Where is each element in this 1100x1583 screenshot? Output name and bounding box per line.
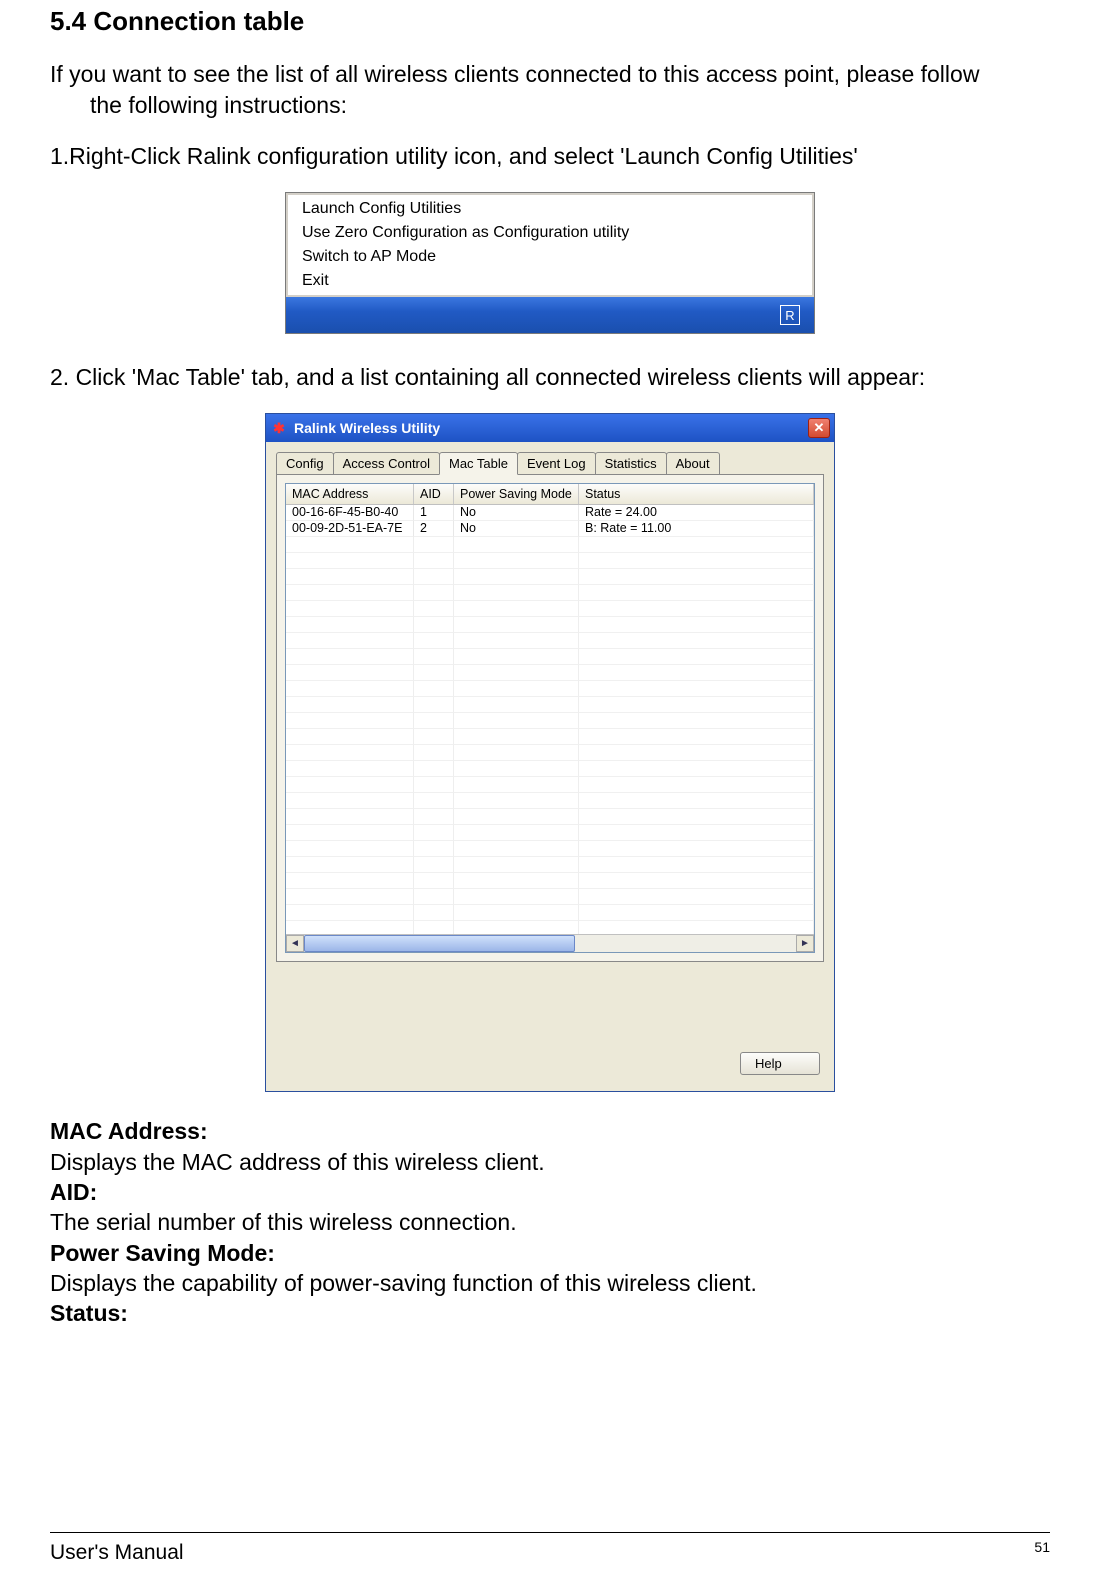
list-header: MAC Address AID Power Saving Mode Status	[286, 484, 814, 505]
dialog-buttons: Help	[276, 962, 824, 1081]
tabs: Config Access Control Mac Table Event Lo…	[276, 452, 824, 475]
cell-psm: No	[454, 505, 579, 521]
empty-row	[286, 585, 814, 601]
tab-page: MAC Address AID Power Saving Mode Status…	[276, 475, 824, 962]
empty-row	[286, 633, 814, 649]
col-status[interactable]: Status	[579, 484, 814, 504]
app-icon: ✱	[270, 419, 288, 437]
footer-rule	[50, 1532, 1050, 1533]
cell-mac: 00-09-2D-51-EA-7E	[286, 521, 414, 537]
empty-row	[286, 905, 814, 921]
empty-row	[286, 825, 814, 841]
ctx-item-launch[interactable]: Launch Config Utilities	[288, 197, 812, 221]
empty-row	[286, 617, 814, 633]
empty-row	[286, 761, 814, 777]
definitions: MAC Address: Displays the MAC address of…	[50, 1116, 1050, 1329]
intro-paragraph: If you want to see the list of all wirel…	[50, 59, 1050, 121]
tab-config[interactable]: Config	[276, 452, 334, 474]
def-psm-label: Power Saving Mode:	[50, 1238, 1050, 1268]
empty-row	[286, 697, 814, 713]
list-rows: 00-16-6F-45-B0-40 1 No Rate = 24.00 00-0…	[286, 505, 814, 934]
empty-row	[286, 857, 814, 873]
window-body: Config Access Control Mac Table Event Lo…	[266, 442, 834, 1091]
cell-mac: 00-16-6F-45-B0-40	[286, 505, 414, 521]
page-number: 51	[1034, 1539, 1050, 1555]
cell-psm: No	[454, 521, 579, 537]
scroll-right-icon[interactable]: ►	[796, 935, 814, 952]
context-menu: Launch Config Utilities Use Zero Configu…	[286, 193, 814, 297]
empty-row	[286, 569, 814, 585]
tab-mac-table[interactable]: Mac Table	[439, 452, 518, 475]
scroll-left-icon[interactable]: ◄	[286, 935, 304, 952]
section-heading: 5.4 Connection table	[50, 6, 1050, 37]
titlebar: ✱ Ralink Wireless Utility ✕	[266, 414, 834, 442]
tab-access-control[interactable]: Access Control	[333, 452, 440, 474]
empty-row	[286, 889, 814, 905]
scroll-track[interactable]	[304, 935, 796, 952]
ctx-item-switch[interactable]: Switch to AP Mode	[288, 245, 812, 269]
empty-row	[286, 841, 814, 857]
def-status-label: Status:	[50, 1298, 1050, 1328]
intro-line-2: the following instructions:	[50, 92, 347, 118]
tab-event-log[interactable]: Event Log	[517, 452, 596, 474]
mac-table-list: MAC Address AID Power Saving Mode Status…	[285, 483, 815, 953]
step-1: 1.Right-Click Ralink configuration utili…	[50, 141, 1050, 172]
ctx-item-exit[interactable]: Exit	[288, 269, 812, 293]
hscrollbar[interactable]: ◄ ►	[286, 934, 814, 952]
empty-row	[286, 921, 814, 934]
ctx-item-zero[interactable]: Use Zero Configuration as Configuration …	[288, 221, 812, 245]
table-row[interactable]: 00-16-6F-45-B0-40 1 No Rate = 24.00	[286, 505, 814, 521]
tab-statistics[interactable]: Statistics	[595, 452, 667, 474]
footer-title: User's Manual	[50, 1541, 184, 1565]
tab-about[interactable]: About	[666, 452, 720, 474]
cell-status: Rate = 24.00	[579, 505, 814, 521]
empty-row	[286, 713, 814, 729]
def-aid-label: AID:	[50, 1177, 1050, 1207]
empty-row	[286, 681, 814, 697]
empty-row	[286, 777, 814, 793]
empty-row	[286, 665, 814, 681]
empty-row	[286, 601, 814, 617]
empty-row	[286, 553, 814, 569]
cell-aid: 2	[414, 521, 454, 537]
empty-row	[286, 729, 814, 745]
col-psm[interactable]: Power Saving Mode	[454, 484, 579, 504]
close-icon[interactable]: ✕	[808, 418, 830, 438]
ralink-window: ✱ Ralink Wireless Utility ✕ Config Acces…	[265, 413, 835, 1092]
context-menu-window: Launch Config Utilities Use Zero Configu…	[285, 192, 815, 334]
context-menu-screenshot: Launch Config Utilities Use Zero Configu…	[50, 192, 1050, 334]
step-2: 2. Click 'Mac Table' tab, and a list con…	[50, 362, 1050, 393]
empty-row	[286, 537, 814, 553]
def-mac-desc: Displays the MAC address of this wireles…	[50, 1147, 1050, 1177]
def-psm-desc: Displays the capability of power-saving …	[50, 1268, 1050, 1298]
help-button[interactable]: Help	[740, 1052, 820, 1075]
empty-row	[286, 793, 814, 809]
empty-row	[286, 745, 814, 761]
taskbar: R	[286, 297, 814, 333]
window-title: Ralink Wireless Utility	[294, 420, 808, 436]
utility-screenshot: ✱ Ralink Wireless Utility ✕ Config Acces…	[50, 413, 1050, 1092]
def-aid-desc: The serial number of this wireless conne…	[50, 1207, 1050, 1237]
cell-aid: 1	[414, 505, 454, 521]
empty-row	[286, 809, 814, 825]
scroll-thumb[interactable]	[304, 935, 575, 952]
empty-row	[286, 873, 814, 889]
intro-line-1: If you want to see the list of all wirel…	[50, 61, 979, 87]
col-aid[interactable]: AID	[414, 484, 454, 504]
tray-icon[interactable]: R	[780, 305, 800, 325]
cell-status: B: Rate = 11.00	[579, 521, 814, 537]
empty-row	[286, 649, 814, 665]
table-row[interactable]: 00-09-2D-51-EA-7E 2 No B: Rate = 11.00	[286, 521, 814, 537]
def-mac-label: MAC Address:	[50, 1116, 1050, 1146]
col-mac[interactable]: MAC Address	[286, 484, 414, 504]
